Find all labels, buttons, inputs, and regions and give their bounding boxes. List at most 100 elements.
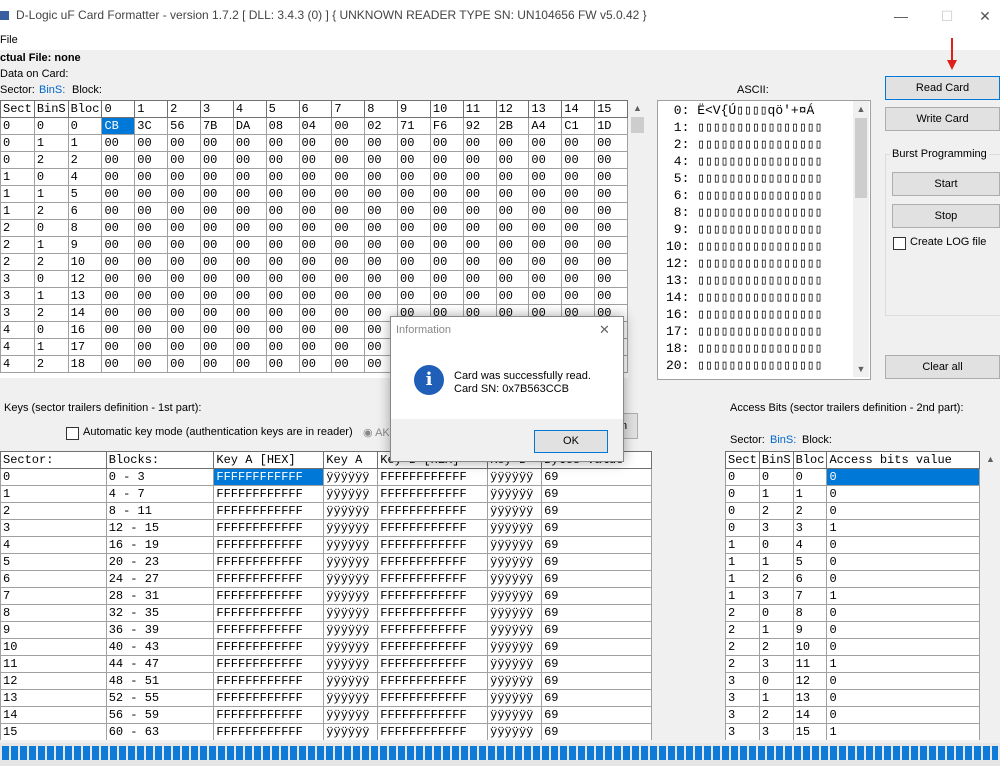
table-cell[interactable]: ÿÿÿÿÿÿ — [487, 706, 543, 724]
table-cell[interactable]: FFFFFFFFFFFF — [377, 689, 489, 707]
table-cell[interactable]: 00 — [364, 253, 399, 271]
table-cell[interactable]: 00 — [199, 270, 234, 288]
scroll-thumb[interactable] — [631, 117, 644, 133]
table-cell[interactable]: 32 - 35 — [105, 604, 215, 622]
table-cell[interactable]: 15 — [792, 723, 828, 740]
table-cell[interactable]: 0 — [826, 638, 980, 656]
table-cell[interactable]: 56 - 59 — [105, 706, 215, 724]
table-cell[interactable]: ÿÿÿÿÿÿ — [323, 587, 379, 605]
table-row[interactable]: 1150 — [725, 553, 980, 571]
table-cell[interactable]: CB — [101, 117, 136, 135]
table-cell[interactable]: 00 — [331, 304, 366, 322]
table-cell[interactable]: 00 — [594, 287, 628, 305]
table-cell[interactable]: 0 — [826, 621, 980, 639]
data-grid-scrollbar[interactable]: ▲ — [629, 100, 646, 378]
table-cell[interactable]: 00 — [232, 270, 267, 288]
table-cell[interactable]: 00 — [298, 270, 333, 288]
table-cell[interactable]: FFFFFFFFFFFF — [213, 485, 325, 503]
table-cell[interactable]: 0 — [33, 219, 69, 237]
table-cell[interactable]: DA — [232, 117, 267, 135]
table-cell[interactable]: 1 — [33, 287, 69, 305]
table-cell[interactable]: 00 — [101, 219, 136, 237]
table-cell[interactable]: FFFFFFFFFFFF — [377, 621, 489, 639]
table-cell[interactable]: 00 — [265, 338, 300, 356]
table-cell[interactable]: 4 — [67, 168, 103, 186]
table-cell[interactable]: 00 — [298, 185, 333, 203]
column-header[interactable]: 9 — [397, 100, 431, 118]
table-cell[interactable]: 00 — [167, 304, 201, 322]
table-cell[interactable]: 00 — [462, 151, 497, 169]
table-cell[interactable]: 00 — [265, 321, 300, 339]
access-bits-grid[interactable]: Sect BinS Bloc Access bits value 0000011002… — [725, 451, 980, 740]
column-header[interactable]: BinS — [33, 100, 69, 118]
table-cell[interactable]: 2 — [0, 253, 35, 271]
table-cell[interactable]: 56 — [167, 117, 201, 135]
table-cell[interactable]: 04 — [298, 117, 333, 135]
table-cell[interactable]: 1 — [758, 621, 794, 639]
table-row[interactable]: 6 24 - 27 FFFFFFFFFFFF ÿÿÿÿÿÿ FFFFFFFFFFFF ÿÿ… — [0, 570, 652, 588]
column-header[interactable]: Bloc — [67, 100, 103, 118]
table-cell[interactable]: ÿÿÿÿÿÿ — [487, 604, 543, 622]
table-cell[interactable]: 00 — [199, 253, 234, 271]
table-cell[interactable]: 28 - 31 — [105, 587, 215, 605]
table-cell[interactable]: 00 — [528, 151, 563, 169]
table-row[interactable]: 12 48 - 51 FFFFFFFFFFFF ÿÿÿÿÿÿ FFFFFFFFFFFF ÿ… — [0, 672, 652, 690]
table-cell[interactable]: 1 — [826, 655, 980, 673]
table-cell[interactable]: 0 — [33, 168, 69, 186]
table-cell[interactable]: 69 — [541, 723, 652, 740]
table-cell[interactable]: FFFFFFFFFFFF — [377, 502, 489, 520]
table-cell[interactable]: 0 — [826, 706, 980, 724]
table-cell[interactable]: ÿÿÿÿÿÿ — [323, 621, 379, 639]
table-cell[interactable]: 0 — [33, 117, 69, 135]
table-cell[interactable]: ÿÿÿÿÿÿ — [487, 655, 543, 673]
table-cell[interactable]: 11 — [0, 655, 107, 673]
table-cell[interactable]: 2 — [725, 604, 760, 622]
table-cell[interactable]: FFFFFFFFFFFF — [213, 587, 325, 605]
table-cell[interactable]: 0 — [826, 553, 980, 571]
table-cell[interactable]: FFFFFFFFFFFF — [377, 706, 489, 724]
table-cell[interactable]: 1 — [67, 134, 103, 152]
table-cell[interactable]: 00 — [397, 151, 431, 169]
table-cell[interactable]: 00 — [364, 236, 399, 254]
table-cell[interactable]: 13 — [67, 287, 103, 305]
table-cell[interactable]: 2 — [792, 502, 828, 520]
read-card-button[interactable]: Read Card — [885, 76, 1000, 100]
clear-all-button[interactable]: Clear all — [885, 355, 1000, 379]
table-cell[interactable]: FFFFFFFFFFFF — [377, 587, 489, 605]
table-cell[interactable]: 69 — [541, 502, 652, 520]
table-cell[interactable]: 00 — [462, 287, 497, 305]
table-cell[interactable]: 00 — [364, 185, 399, 203]
table-cell[interactable]: 00 — [495, 202, 530, 220]
table-cell[interactable]: FFFFFFFFFFFF — [377, 570, 489, 588]
table-cell[interactable]: 00 — [331, 321, 366, 339]
table-cell[interactable]: 6 — [0, 570, 107, 588]
table-cell[interactable]: 00 — [429, 270, 464, 288]
table-cell[interactable]: 00 — [232, 321, 267, 339]
table-cell[interactable]: 00 — [101, 151, 136, 169]
table-cell[interactable]: 00 — [495, 134, 530, 152]
table-cell[interactable]: 00 — [528, 168, 563, 186]
table-cell[interactable]: 12 — [67, 270, 103, 288]
table-cell[interactable]: 00 — [561, 202, 596, 220]
table-cell[interactable]: 3C — [134, 117, 169, 135]
table-cell[interactable]: 52 - 55 — [105, 689, 215, 707]
table-cell[interactable]: ÿÿÿÿÿÿ — [323, 502, 379, 520]
table-cell[interactable]: FFFFFFFFFFFF — [213, 672, 325, 690]
table-cell[interactable]: FFFFFFFFFFFF — [377, 485, 489, 503]
table-cell[interactable]: 00 — [298, 321, 333, 339]
table-row[interactable]: 2 1 9 00 00 00 00 00 00 00 00 00 00 00 00 00 00 00 00 — [0, 236, 628, 254]
table-cell[interactable]: FFFFFFFFFFFF — [213, 536, 325, 554]
table-cell[interactable]: ÿÿÿÿÿÿ — [487, 502, 543, 520]
table-cell[interactable]: 0 — [826, 570, 980, 588]
table-cell[interactable]: 00 — [199, 304, 234, 322]
table-cell[interactable]: 4 - 7 — [105, 485, 215, 503]
table-cell[interactable]: 00 — [101, 202, 136, 220]
table-cell[interactable]: 6 — [67, 202, 103, 220]
table-cell[interactable]: ÿÿÿÿÿÿ — [323, 604, 379, 622]
table-cell[interactable]: 00 — [167, 202, 201, 220]
table-cell[interactable]: 12 — [792, 672, 828, 690]
table-cell[interactable]: 00 — [134, 355, 169, 373]
table-cell[interactable]: 0 — [758, 468, 794, 486]
table-cell[interactable]: 00 — [265, 304, 300, 322]
table-row[interactable]: 3 2 14 0 — [725, 706, 980, 724]
